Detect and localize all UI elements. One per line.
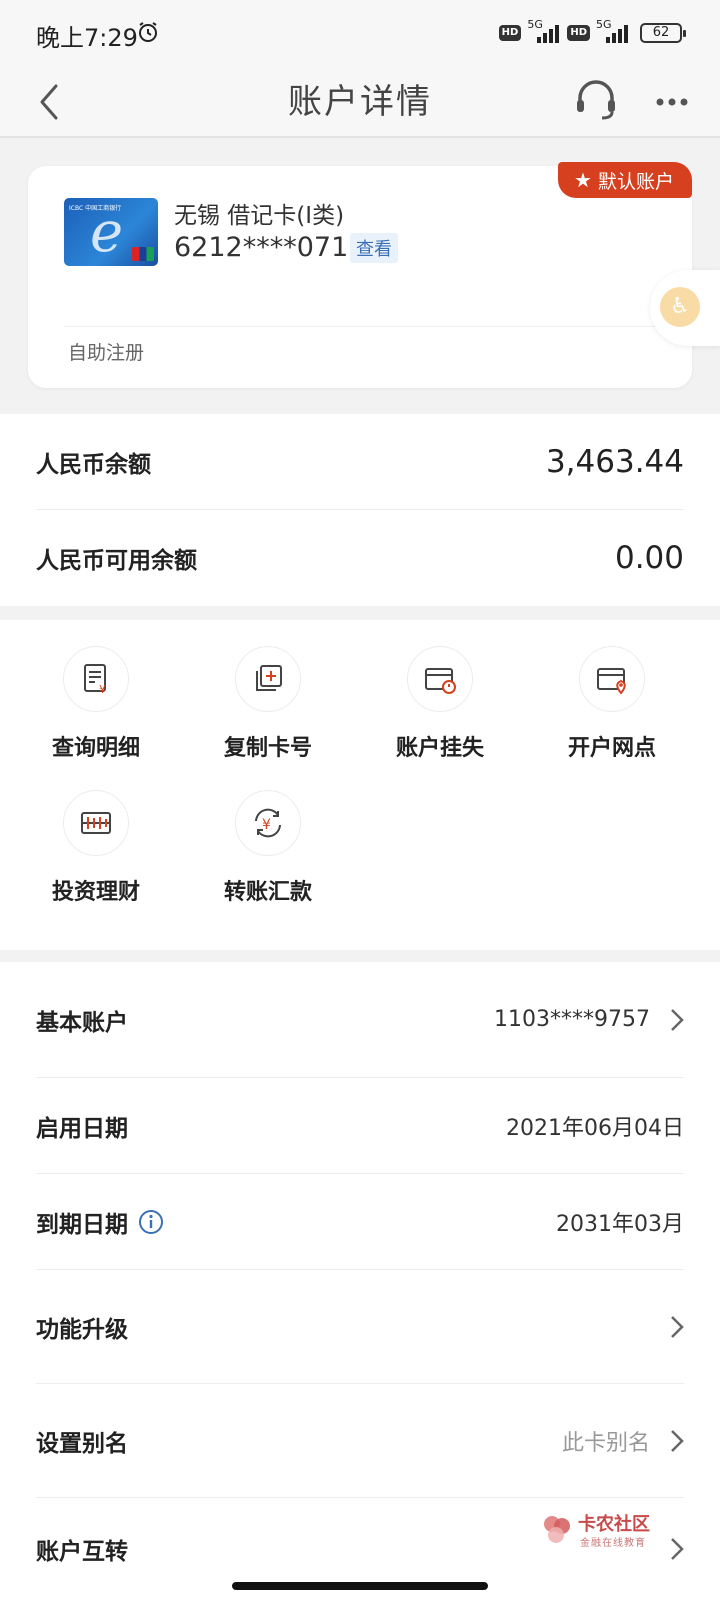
rmb-available-value: 0.00 bbox=[614, 540, 684, 576]
invest-icon bbox=[63, 790, 129, 856]
upgrade-row[interactable]: 功能升级 bbox=[36, 1270, 684, 1384]
expiry-date-value: 2031年03月 bbox=[556, 1211, 684, 1237]
hd-icon: HD bbox=[498, 25, 522, 41]
rmb-balance-row: 人民币余额 3,463.44 bbox=[36, 414, 684, 510]
hd-icon-2: HD bbox=[567, 25, 590, 41]
function-label: 复制卡号 bbox=[223, 736, 312, 761]
signal-icon-2: 5G bbox=[596, 18, 630, 45]
default-account-label: 默认账户 bbox=[597, 170, 674, 193]
copy-card-icon bbox=[235, 646, 301, 712]
function-label: 账户挂失 bbox=[395, 736, 484, 761]
accessibility-icon: ♿ bbox=[660, 287, 700, 327]
info-icon[interactable] bbox=[138, 1209, 164, 1235]
chevron-right-icon bbox=[671, 1429, 684, 1452]
rmb-balance-value: 3,463.44 bbox=[545, 443, 684, 480]
view-card-button[interactable]: 查看 bbox=[350, 233, 398, 263]
function-invest[interactable]: 投资理财 bbox=[26, 790, 166, 906]
basic-account-label: 基本账户 bbox=[36, 1009, 128, 1036]
card-name: 无锡 借记卡(I类) bbox=[174, 203, 345, 229]
function-label: 查询明细 bbox=[51, 736, 140, 761]
start-date-value: 2021年06月04日 bbox=[506, 1115, 684, 1141]
function-grid: ¥ 查询明细 复制卡号 账户挂失 开户网点 投资理财 ¥ 转账汇款 bbox=[0, 620, 720, 950]
function-transfer[interactable]: ¥ 转账汇款 bbox=[198, 790, 338, 906]
rmb-available-row: 人民币可用余额 0.00 bbox=[36, 510, 684, 606]
alias-value: 此卡别名 bbox=[561, 1430, 650, 1456]
watermark-title: 卡农社区 bbox=[578, 1514, 650, 1535]
transfer-icon: ¥ bbox=[235, 790, 301, 856]
home-indicator[interactable] bbox=[232, 1582, 488, 1590]
self-register-label: 自助注册 bbox=[68, 342, 145, 364]
account-card[interactable]: ★ 默认账户 ICBC 中国工商银行 e 无锡 借记卡(I类) 6212****… bbox=[28, 162, 692, 388]
unionpay-icon bbox=[132, 247, 154, 261]
card-number: 6212****0718 bbox=[174, 232, 366, 263]
start-date-label: 启用日期 bbox=[36, 1115, 128, 1142]
watermark-logo-icon bbox=[544, 1516, 570, 1543]
watermark-subtitle: 金融在线教育 bbox=[580, 1538, 646, 1549]
nav-bar: 账户详情 bbox=[0, 66, 720, 138]
bank-card-image: ICBC 中国工商银行 e bbox=[64, 198, 158, 266]
function-branch[interactable]: 开户网点 bbox=[542, 646, 682, 762]
accessibility-float-button[interactable]: ♿ bbox=[650, 270, 720, 346]
function-card-lost[interactable]: 账户挂失 bbox=[370, 646, 510, 762]
chevron-right-icon bbox=[671, 1315, 684, 1338]
expiry-date-row: 到期日期 2031年03月 bbox=[36, 1174, 684, 1270]
balance-section: 人民币余额 3,463.44 人民币可用余额 0.00 bbox=[0, 414, 720, 606]
basic-account-value: 1103****9757 bbox=[494, 1007, 650, 1032]
basic-account-row[interactable]: 基本账户 1103****9757 bbox=[36, 962, 684, 1078]
function-label: 转账汇款 bbox=[223, 880, 312, 905]
branch-location-icon bbox=[579, 646, 645, 712]
chevron-right-icon bbox=[671, 1008, 684, 1031]
signal-icon: 5G bbox=[527, 18, 561, 45]
card-lost-icon bbox=[407, 646, 473, 712]
alias-label: 设置别名 bbox=[36, 1430, 128, 1457]
default-account-badge: ★ 默认账户 bbox=[558, 162, 692, 198]
watermark: 卡农社区 金融在线教育 bbox=[540, 1510, 670, 1550]
function-copy-card[interactable]: 复制卡号 bbox=[198, 646, 338, 762]
alias-row[interactable]: 设置别名 此卡别名 bbox=[36, 1384, 684, 1498]
function-statement[interactable]: ¥ 查询明细 bbox=[26, 646, 166, 762]
function-label: 投资理财 bbox=[51, 880, 140, 905]
more-icon[interactable] bbox=[652, 82, 692, 122]
account-transfer-label: 账户互转 bbox=[36, 1539, 128, 1565]
function-label: 开户网点 bbox=[567, 736, 656, 761]
expiry-date-label: 到期日期 bbox=[36, 1211, 128, 1238]
alarm-icon bbox=[139, 22, 157, 42]
svg-text:¥: ¥ bbox=[99, 683, 106, 696]
upgrade-label: 功能升级 bbox=[36, 1316, 128, 1343]
statement-icon: ¥ bbox=[63, 646, 129, 712]
svg-text:¥: ¥ bbox=[262, 817, 271, 833]
start-date-row: 启用日期 2021年06月04日 bbox=[36, 1078, 684, 1174]
battery-icon: 62 bbox=[640, 23, 686, 43]
status-time: 晚上7:29 bbox=[36, 24, 138, 52]
rmb-balance-label: 人民币余额 bbox=[36, 451, 151, 478]
status-bar: 晚上7:29 HD 5G HD 5G 62 bbox=[0, 0, 720, 66]
card-logo-e: e bbox=[90, 200, 124, 265]
headset-icon[interactable] bbox=[572, 76, 620, 124]
rmb-available-label: 人民币可用余额 bbox=[36, 548, 197, 574]
star-icon: ★ bbox=[574, 168, 592, 192]
account-detail-list: 基本账户 1103****9757 启用日期 2021年06月04日 到期日期 … bbox=[0, 962, 720, 1600]
card-divider bbox=[64, 326, 692, 327]
chevron-right-icon bbox=[671, 1538, 684, 1560]
status-indicators: HD 5G HD 5G 62 bbox=[498, 18, 686, 46]
